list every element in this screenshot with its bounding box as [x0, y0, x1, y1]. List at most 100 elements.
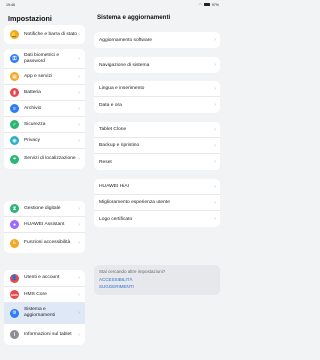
sidebar-item-battery[interactable]: ▮ Batteria ›	[4, 85, 85, 101]
settings-sidebar: Impostazioni 🔔 Notifiche e barra di stat…	[0, 9, 89, 360]
chevron-right-icon: ›	[78, 31, 80, 38]
chevron-right-icon: ›	[78, 310, 80, 316]
key-icon: ⚿	[10, 54, 19, 63]
chevron-right-icon: ›	[78, 55, 80, 62]
chevron-right-icon: ›	[214, 37, 216, 43]
item-label: Navigazione di sistema	[99, 62, 150, 68]
chevron-right-icon: ›	[78, 275, 80, 281]
sidebar-item-label: Servizi di localizzazione	[24, 156, 76, 162]
sidebar-item-label: Informazioni sul tablet	[24, 331, 72, 337]
item-software-update[interactable]: Aggiornamento software ›	[94, 32, 220, 48]
sidebar-item-notifications[interactable]: 🔔 Notifiche e barra di stato ›	[4, 25, 85, 44]
sidebar-group-3: ⧗ Gestione digitale › ● HUAWEI Assistant…	[4, 201, 85, 253]
chevron-right-icon: ›	[78, 291, 80, 298]
sidebar-item-system[interactable]: ⚙ Sistema e aggiornamenti ›	[4, 303, 85, 324]
chevron-right-icon: ›	[214, 159, 216, 165]
item-huawei-hiai[interactable]: HUAWEI HiAI ›	[94, 179, 220, 195]
chevron-right-icon: ›	[214, 62, 216, 68]
sidebar-item-privacy[interactable]: ◉ Privacy ›	[4, 133, 85, 149]
item-language-input[interactable]: Lingua e inserimento ›	[94, 81, 220, 97]
battery-icon: ▮	[10, 88, 19, 97]
apps-icon: ▦	[10, 72, 19, 81]
sidebar-item-accessibility[interactable]: ♿ Funzioni accessibilità ›	[4, 233, 85, 253]
status-right: ◠ 97%	[199, 3, 219, 7]
sidebar-item-label: Privacy	[24, 137, 41, 143]
chevron-right-icon: ›	[214, 85, 216, 92]
sidebar-group-1: 🔔 Notifiche e barra di stato ›	[4, 25, 85, 44]
sidebar-item-hms-core[interactable]: HMS HMS Core ›	[4, 287, 85, 303]
chevron-right-icon: ›	[214, 126, 216, 133]
sidebar-item-about[interactable]: i Informazioni sul tablet ›	[4, 324, 85, 345]
sidebar-item-label: Sistema e aggiornamenti	[24, 307, 55, 318]
bell-icon: 🔔	[10, 30, 19, 39]
sidebar-item-label: Gestione digitale	[24, 205, 61, 211]
sidebar-item-label: App e servizi	[24, 73, 52, 79]
sidebar-item-storage[interactable]: ≡ Archivio ›	[4, 101, 85, 117]
system-icon: ⚙	[10, 308, 19, 318]
accessibility-link[interactable]: ACCESSIBILITÀ	[99, 277, 215, 282]
info-icon: i	[10, 330, 19, 339]
item-label: Miglioramento esperienza utente	[99, 200, 170, 205]
item-backup-restore[interactable]: Backup e ripristino ›	[94, 138, 220, 154]
sidebar-item-biometrics[interactable]: ⚿ Dati biometrici e password ›	[4, 49, 85, 69]
chevron-right-icon: ›	[214, 102, 216, 108]
suggestions-link[interactable]: SUGGERIMENTI	[99, 284, 215, 289]
chevron-right-icon: ›	[78, 73, 80, 80]
location-icon: ⌖	[10, 154, 19, 164]
settings-group-backup: Tablet Clone › Backup e ripristino › Res…	[94, 122, 220, 170]
chevron-right-icon: ›	[214, 142, 216, 149]
chevron-right-icon: ›	[78, 105, 80, 112]
sidebar-item-digital-balance[interactable]: ⧗ Gestione digitale ›	[4, 201, 85, 217]
chevron-right-icon: ›	[78, 89, 80, 96]
battery-level: 97%	[211, 2, 219, 7]
page-title: Impostazioni	[8, 14, 52, 23]
chevron-right-icon: ›	[78, 156, 80, 162]
item-label: Tablet Clone	[99, 127, 127, 132]
battery-icon	[203, 3, 210, 6]
item-label: Aggiornamento software	[99, 37, 153, 43]
item-tablet-clone[interactable]: Tablet Clone ›	[94, 122, 220, 138]
sidebar-item-assistant[interactable]: ● HUAWEI Assistant ›	[4, 217, 85, 233]
chevron-right-icon: ›	[214, 216, 216, 222]
item-certification-logo[interactable]: Logo certificato ›	[94, 211, 220, 227]
sidebar-item-users[interactable]: 👤 Utenti e account ›	[4, 270, 85, 287]
item-date-time[interactable]: Data e ora ›	[94, 97, 220, 113]
item-system-navigation[interactable]: Navigazione di sistema ›	[94, 57, 220, 73]
sidebar-item-label: Funzioni accessibilità	[24, 240, 71, 246]
shield-icon: ✓	[10, 120, 19, 129]
sidebar-item-label: HUAWEI Assistant	[24, 221, 65, 227]
item-label: Logo certificato	[99, 216, 133, 222]
sidebar-item-label: Notifiche e barra di stato	[24, 31, 78, 37]
item-reset[interactable]: Reset ›	[94, 154, 220, 170]
chevron-right-icon: ›	[78, 240, 80, 246]
detail-title: Sistema e aggiornamenti	[97, 14, 171, 21]
item-user-experience[interactable]: Miglioramento esperienza utente ›	[94, 195, 220, 211]
privacy-icon: ◉	[10, 136, 19, 145]
sidebar-item-label: Batteria	[24, 89, 41, 95]
accessibility-icon: ♿	[10, 238, 19, 248]
chevron-right-icon: ›	[78, 221, 80, 228]
item-label: Reset	[99, 159, 112, 165]
sidebar-item-label: Sicurezza	[24, 121, 46, 127]
sidebar-item-security[interactable]: ✓ Sicurezza ›	[4, 117, 85, 133]
suggestions-card: Stai cercando altre impostazioni? ACCESS…	[94, 265, 220, 295]
status-bar: 19:46 ◠ 97%	[0, 0, 225, 9]
suggestions-question: Stai cercando altre impostazioni?	[99, 269, 166, 274]
settings-group-language: Lingua e inserimento › Data e ora ›	[94, 81, 220, 113]
storage-icon: ≡	[10, 104, 19, 113]
chevron-right-icon: ›	[78, 121, 80, 128]
sidebar-item-location[interactable]: ⌖ Servizi di localizzazione ›	[4, 149, 85, 169]
item-label: Data e ora	[99, 102, 122, 108]
item-label: HUAWEI HiAI	[99, 184, 129, 189]
sidebar-item-label: Dati biometrici e password	[24, 52, 60, 64]
status-time: 19:46	[6, 2, 15, 7]
chevron-right-icon: ›	[214, 183, 216, 190]
sidebar-item-label: Utenti e account	[24, 275, 60, 281]
user-icon: 👤	[10, 273, 19, 283]
assistant-icon: ●	[10, 220, 19, 229]
settings-group-navigation: Navigazione di sistema ›	[94, 57, 220, 73]
chevron-right-icon: ›	[214, 199, 216, 206]
wifi-icon: ◠	[198, 2, 202, 7]
sidebar-item-apps[interactable]: ▦ App e servizi ›	[4, 69, 85, 85]
settings-group-hiai: HUAWEI HiAI › Miglioramento esperienza u…	[94, 179, 220, 227]
